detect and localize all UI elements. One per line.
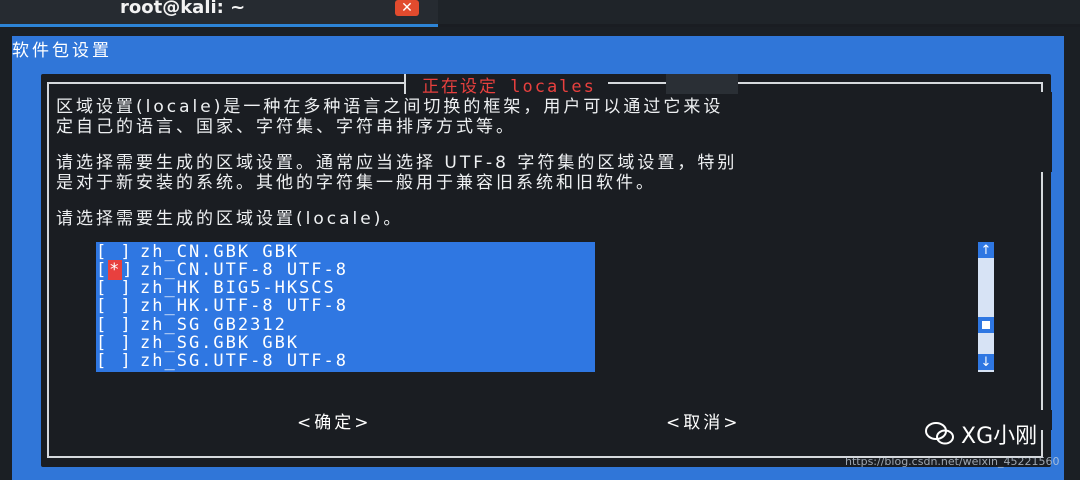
dialog-shadow	[1038, 92, 1052, 172]
checkbox-mark: *	[108, 260, 123, 280]
wechat-icon	[925, 422, 954, 445]
checkbox[interactable]: [ ]	[96, 315, 140, 335]
brand-label: XG小刚	[961, 424, 1038, 449]
ok-button[interactable]: <确定>	[297, 408, 372, 433]
prompt-line: 请选择需要生成的区域设置(locale)。	[56, 209, 404, 229]
dialog-heading: 正在设定 locales	[404, 74, 608, 97]
url-watermark: https://blog.csdn.net/weixin_45221560	[845, 455, 1060, 468]
locale-label: zh_HK.UTF-8 UTF-8	[140, 296, 348, 316]
cancel-button[interactable]: <取消>	[666, 408, 741, 433]
window-title: root@kali: ~	[120, 0, 246, 18]
locale-label: zh_CN.GBK GBK	[140, 242, 300, 262]
list-item[interactable]: [ ] zh_HK.UTF-8 UTF-8	[96, 296, 595, 316]
window-title-bar: root@kali: ~ ✕	[0, 0, 1080, 27]
locale-label: zh_CN.UTF-8 UTF-8	[140, 260, 348, 280]
scroll-up-icon[interactable]: ↑	[978, 242, 994, 258]
locale-label: zh_SG GB2312	[140, 315, 287, 335]
locale-label: zh_HK BIG5-HKSCS	[140, 278, 336, 298]
list-item[interactable]: [ ] zh_SG.GBK GBK	[96, 333, 595, 353]
checkbox[interactable]: [ ]	[96, 242, 140, 262]
locale-label: zh_SG.GBK GBK	[140, 333, 300, 353]
heading-block	[666, 74, 738, 94]
list-item[interactable]: [ ] zh_SG.UTF-8 UTF-8	[96, 351, 595, 371]
locale-label: zh_SG.UTF-8 UTF-8	[140, 351, 348, 371]
active-tab[interactable]: root@kali: ~ ✕	[0, 0, 438, 27]
list-item[interactable]: [ ] zh_HK BIG5-HKSCS	[96, 278, 595, 298]
description-line-4: 是对于新安装的系统。其他的字符集一般用于兼容旧系统和旧软件。	[56, 173, 656, 193]
checkbox-checked[interactable]: [*]	[96, 260, 140, 280]
locale-list: [ ] zh_CN.GBK GBK [*] zh_CN.UTF-8 UTF-8 …	[96, 242, 595, 372]
brand-watermark: XG小刚	[925, 418, 1037, 450]
panel-title: 软件包设置	[12, 41, 112, 61]
dialog-shadow-lower	[1038, 410, 1052, 430]
close-button[interactable]: ✕	[395, 0, 419, 16]
list-item[interactable]: [ ] zh_CN.GBK GBK	[96, 242, 595, 262]
list-scrollbar[interactable]: ↑ ↓	[978, 242, 994, 372]
list-item[interactable]: [ ] zh_SG GB2312	[96, 315, 595, 335]
list-item[interactable]: [*] zh_CN.UTF-8 UTF-8	[96, 260, 595, 280]
checkbox[interactable]: [ ]	[96, 278, 140, 298]
checkbox[interactable]: [ ]	[96, 333, 140, 353]
scroll-down-icon[interactable]: ↓	[978, 354, 994, 370]
checkbox[interactable]: [ ]	[96, 351, 140, 371]
checkbox[interactable]: [ ]	[96, 296, 140, 316]
scroll-thumb[interactable]	[978, 317, 994, 333]
description-line-2: 定自己的语言、国家、字符集、字符串排序方式等。	[56, 117, 516, 137]
